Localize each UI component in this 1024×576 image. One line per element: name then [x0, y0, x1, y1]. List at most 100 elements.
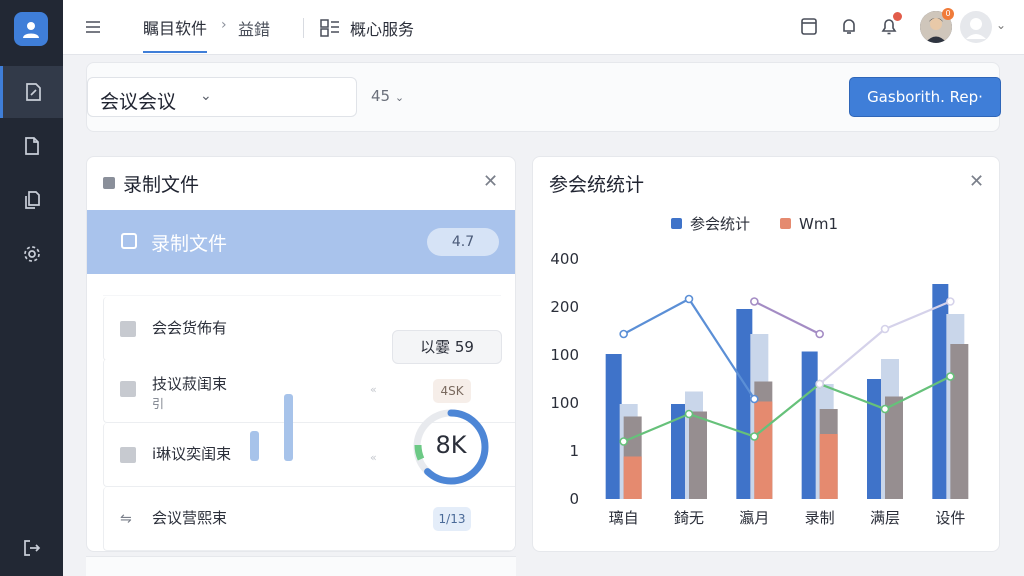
x-tick-label: 满层	[870, 509, 900, 527]
chart-bar	[950, 344, 969, 499]
chart-line	[623, 297, 756, 400]
tooltip: 以霎 59	[392, 330, 502, 364]
file-icon	[24, 137, 39, 155]
status-badge: 1/13	[433, 507, 471, 531]
chart-point	[815, 379, 824, 389]
bell-outline-icon	[843, 19, 855, 34]
list-item-label: i琳议奕闺束	[152, 445, 232, 463]
chart-legend: 参会统计 Wm1	[671, 213, 838, 234]
status-badge: 4SK	[433, 379, 471, 403]
top-bar: 瞩目软件 › 益錯 概心服务 0 ⌄	[63, 0, 1024, 55]
gauge-value: 8K	[435, 431, 467, 459]
count-select-value: 45	[371, 87, 391, 105]
app-logo[interactable]	[14, 12, 48, 46]
tab-main[interactable]: 瞩目软件	[143, 15, 208, 53]
help-button[interactable]	[839, 16, 859, 40]
selected-item-badge: 4.7	[427, 228, 499, 256]
user-avatar[interactable]	[960, 11, 992, 43]
x-tick-label: 录制	[805, 509, 835, 527]
sidebar-item-logout[interactable]	[0, 522, 63, 574]
legend-item[interactable]: 参会统计	[671, 213, 750, 234]
chart-point	[750, 432, 759, 441]
legend-label: 参会统计	[690, 215, 751, 233]
chart-point	[880, 404, 890, 414]
generate-report-button[interactable]: Gasborith. Rep·	[849, 77, 1001, 117]
list-item-label: 会议营熙束	[152, 509, 228, 527]
breadcrumb-sub[interactable]: 益錯	[238, 16, 270, 40]
chart-point	[619, 437, 628, 446]
breadcrumb-separator: ›	[221, 17, 227, 33]
sidebar-item-copies[interactable]	[0, 174, 63, 226]
select-value: 会议会议	[100, 91, 177, 113]
y-tick-label: 400	[550, 250, 579, 268]
chart-bar	[754, 401, 773, 499]
progress-gauge: 8K	[411, 407, 491, 487]
chart-bar	[736, 309, 753, 499]
list-item	[103, 274, 501, 296]
file-icon	[120, 447, 136, 463]
chevron-down-icon[interactable]: ⌄	[996, 18, 1006, 32]
sidebar-item-documents[interactable]	[0, 66, 63, 118]
calendar-button[interactable]	[799, 16, 819, 40]
close-icon[interactable]: ✕	[969, 171, 984, 192]
panel-icon	[103, 177, 115, 189]
file-icon	[120, 321, 136, 337]
user-icon	[23, 22, 39, 38]
file-icon	[120, 381, 136, 397]
sidebar-item-files[interactable]	[0, 120, 63, 172]
chart-point	[880, 324, 890, 334]
chart-bar	[623, 456, 642, 499]
chart-point	[815, 329, 824, 339]
service-link[interactable]: 概心服务	[350, 16, 414, 40]
y-tick-label: 0	[569, 490, 579, 508]
copy-icon	[24, 191, 40, 209]
chart-point	[684, 409, 694, 419]
filter-card: 会议会议 ⌄ 45 ⌄ Gasborith. Rep·	[86, 62, 1001, 132]
calendar-icon	[801, 18, 817, 35]
user-placeholder-icon	[966, 18, 986, 39]
count-select[interactable]: 45 ⌄	[371, 87, 404, 105]
menu-icon[interactable]	[83, 17, 103, 37]
service-icon	[320, 19, 339, 37]
chevron-down-icon: ⌄	[394, 91, 405, 104]
notification-dot	[893, 12, 902, 21]
chart-point	[946, 372, 955, 381]
edit-doc-icon	[26, 83, 41, 101]
meeting-select[interactable]: 会议会议 ⌄	[87, 77, 357, 117]
legend-swatch	[671, 218, 682, 229]
faded-text: «	[370, 383, 377, 396]
close-icon[interactable]: ✕	[483, 171, 498, 192]
list-item-label: 会会货佈有	[152, 319, 228, 337]
legend-swatch	[780, 218, 792, 229]
chart-point	[946, 297, 955, 306]
chart-bar	[867, 379, 883, 499]
selected-item-label: 录制文件	[151, 233, 228, 255]
sidebar	[0, 0, 63, 576]
chart-bar	[689, 411, 707, 499]
y-tick-label: 1	[569, 442, 579, 460]
selected-list-item[interactable]: 录制文件 4.7	[87, 210, 515, 274]
panel-title: 录制文件	[123, 174, 200, 196]
list-item-label: 技议菽闺束	[152, 375, 228, 393]
faded-text: «	[370, 451, 377, 464]
sidebar-item-settings[interactable]	[0, 228, 63, 280]
recordings-panel: 录制文件 ✕ 录制文件 4.7 会会货佈有 技议菽闺束 引 i琳议奕闺束 ⇋ 会…	[86, 156, 516, 552]
x-tick-label: 璃自	[609, 509, 639, 527]
mini-bar	[284, 394, 293, 461]
avatar-badge: 0	[942, 8, 954, 20]
chart-point	[750, 394, 759, 404]
y-tick-label: 100	[550, 394, 579, 412]
attendance-chart-panel: 参会统统计 ✕ 参会统计 Wm1 0 1 100 100 200 400 璃自 錡无 瀛月 录制 满…	[532, 156, 1000, 552]
folder-icon	[121, 233, 137, 249]
chevron-down-icon: ⌄	[200, 88, 212, 104]
legend-label: Wm1	[799, 214, 839, 233]
chart-line	[753, 300, 821, 335]
chart-bar	[819, 434, 838, 499]
x-tick-label: 设件	[935, 509, 965, 527]
legend-item[interactable]: Wm1	[780, 213, 838, 234]
swap-icon: ⇋	[120, 511, 132, 527]
y-tick-label: 100	[550, 346, 579, 364]
list-item-sub: 引	[152, 397, 165, 411]
logout-icon	[23, 540, 40, 556]
chart-bar	[932, 284, 949, 499]
